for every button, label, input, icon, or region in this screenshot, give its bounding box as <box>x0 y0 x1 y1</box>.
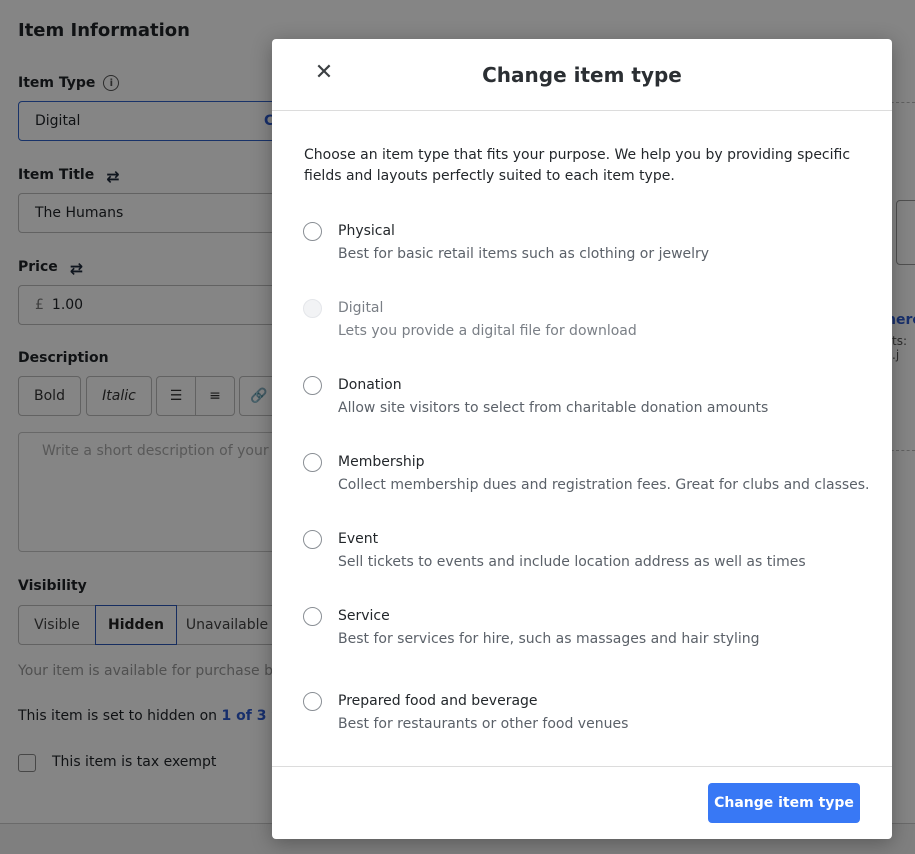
option-name: Digital <box>338 300 384 316</box>
radio-prepared-food[interactable] <box>303 692 322 711</box>
option-desc: Best for services for hire, such as mass… <box>338 631 760 647</box>
option-service[interactable]: Service Best for services for hire, such … <box>303 606 760 649</box>
radio-digital <box>303 299 322 318</box>
option-desc: Sell tickets to events and include locat… <box>338 554 806 570</box>
option-name: Service <box>338 608 390 624</box>
option-name: Physical <box>338 223 395 239</box>
dialog-title: Change item type <box>482 63 682 87</box>
option-desc: Lets you provide a digital file for down… <box>338 323 637 339</box>
option-event[interactable]: Event Sell tickets to events and include … <box>303 529 806 572</box>
radio-service[interactable] <box>303 607 322 626</box>
radio-event[interactable] <box>303 530 322 549</box>
change-item-type-button[interactable]: Change item type <box>708 783 860 823</box>
option-desc: Collect membership dues and registration… <box>338 477 870 493</box>
option-donation[interactable]: Donation Allow site visitors to select fr… <box>303 375 768 418</box>
option-desc: Best for restaurants or other food venue… <box>338 716 629 732</box>
option-membership[interactable]: Membership Collect membership dues and re… <box>303 452 870 495</box>
dialog-header: ✕ Change item type <box>272 39 892 111</box>
option-name: Event <box>338 531 379 547</box>
option-desc: Allow site visitors to select from chari… <box>338 400 769 416</box>
radio-membership[interactable] <box>303 453 322 472</box>
change-item-type-dialog: ✕ Change item type Choose an item type t… <box>272 39 892 839</box>
dialog-intro: Choose an item type that fits your purpo… <box>304 147 851 184</box>
option-physical[interactable]: Physical Best for basic retail items such… <box>303 221 709 264</box>
radio-physical[interactable] <box>303 222 322 241</box>
dialog-footer-divider <box>272 766 892 767</box>
radio-donation[interactable] <box>303 376 322 395</box>
option-name: Prepared food and beverage <box>338 693 538 709</box>
option-desc: Best for basic retail items such as clot… <box>338 246 710 262</box>
option-name: Donation <box>338 377 402 393</box>
option-name: Membership <box>338 454 425 470</box>
option-prepared-food[interactable]: Prepared food and beverage Best for resta… <box>303 691 628 734</box>
option-digital: Digital Lets you provide a digital file f… <box>303 298 637 341</box>
